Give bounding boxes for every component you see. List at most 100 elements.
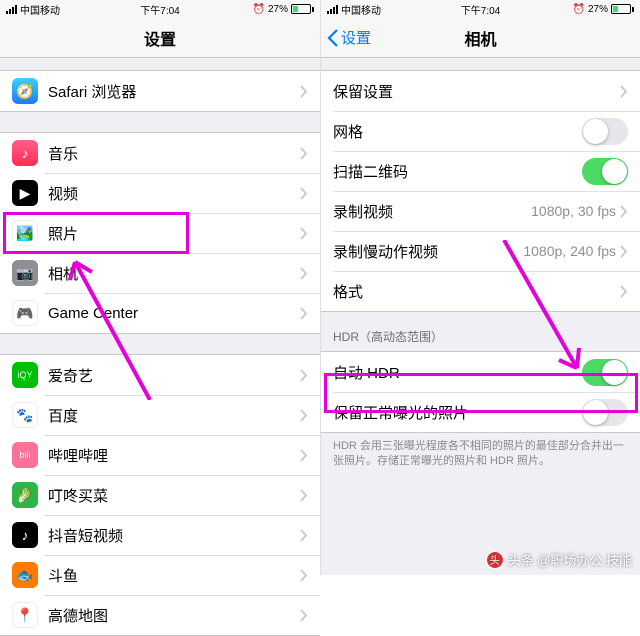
row-label: 自动 HDR bbox=[333, 362, 582, 383]
carrier: 中国移动 bbox=[341, 2, 381, 17]
battery-icon bbox=[291, 4, 314, 14]
nav-bar: 设置 相机 bbox=[321, 18, 640, 58]
safari-icon: 🧭 bbox=[12, 78, 38, 104]
nav-bar: 设置 bbox=[0, 18, 320, 58]
battery-icon bbox=[611, 4, 634, 14]
toggle-auto-hdr[interactable] bbox=[582, 359, 628, 386]
row-label: 格式 bbox=[333, 281, 620, 302]
app-icon: bili bbox=[12, 442, 38, 468]
battery-pct: 27% bbox=[588, 4, 608, 15]
battery-pct: 27% bbox=[268, 4, 288, 15]
camera-icon: 📷 bbox=[12, 260, 38, 286]
chevron-right-icon bbox=[300, 147, 308, 160]
chevron-right-icon bbox=[300, 569, 308, 582]
toggle-grid[interactable] bbox=[582, 118, 628, 145]
row-safari[interactable]: 🧭 Safari 浏览器 bbox=[0, 71, 320, 111]
row-label: 保留设置 bbox=[333, 81, 620, 102]
chevron-right-icon bbox=[300, 489, 308, 502]
row-value: 1080p, 240 fps bbox=[523, 243, 616, 259]
row-label: 照片 bbox=[48, 223, 300, 244]
back-label: 设置 bbox=[341, 27, 371, 48]
status-bar: 中国移动 下午7:04 ⏰ 27% bbox=[0, 0, 320, 18]
row-keep-settings[interactable]: 保留设置 bbox=[321, 71, 640, 111]
row-photos[interactable]: 🏞️ 照片 bbox=[0, 213, 320, 253]
toggle-scan-qr[interactable] bbox=[582, 158, 628, 185]
alarm-icon: ⏰ bbox=[573, 4, 585, 15]
chevron-right-icon bbox=[620, 205, 628, 218]
row-music[interactable]: ♪ 音乐 bbox=[0, 133, 320, 173]
row-label: 网格 bbox=[333, 121, 582, 142]
row-label: Game Center bbox=[48, 305, 300, 322]
row-iqiyi[interactable]: iQY 爱奇艺 bbox=[0, 355, 320, 395]
row-video[interactable]: ▶ 视频 bbox=[0, 173, 320, 213]
chevron-right-icon bbox=[300, 409, 308, 422]
chevron-left-icon bbox=[327, 29, 339, 47]
app-icon: 🐟 bbox=[12, 562, 38, 588]
chevron-right-icon bbox=[620, 85, 628, 98]
row-scan-qr[interactable]: 扫描二维码 bbox=[321, 151, 640, 191]
watermark: 头 头条 @职场办公.技能 bbox=[486, 550, 632, 569]
chevron-right-icon bbox=[300, 449, 308, 462]
back-button[interactable]: 设置 bbox=[327, 18, 371, 57]
row-label: 音乐 bbox=[48, 143, 300, 164]
app-icon: 📍 bbox=[12, 602, 38, 628]
row-auto-hdr[interactable]: 自动 HDR bbox=[321, 352, 640, 392]
row-format[interactable]: 格式 bbox=[321, 271, 640, 311]
row-label: 爱奇艺 bbox=[48, 365, 300, 386]
alarm-icon: ⏰ bbox=[253, 4, 265, 15]
app-icon: 🐾 bbox=[12, 402, 38, 428]
chevron-right-icon bbox=[300, 609, 308, 622]
chevron-right-icon bbox=[300, 85, 308, 98]
page-title: 相机 bbox=[464, 26, 496, 50]
chevron-right-icon bbox=[300, 187, 308, 200]
signal-icon bbox=[327, 5, 338, 14]
chevron-right-icon bbox=[620, 245, 628, 258]
section-header-hdr: HDR（高动态范围） bbox=[321, 312, 640, 351]
row-douyu[interactable]: 🐟 斗鱼 bbox=[0, 555, 320, 595]
watermark-avatar-icon: 头 bbox=[486, 551, 504, 569]
row-gaode[interactable]: 📍 高德地图 bbox=[0, 595, 320, 635]
row-label: 抖音短视频 bbox=[48, 525, 300, 546]
row-label: 高德地图 bbox=[48, 605, 300, 626]
row-label: 哔哩哔哩 bbox=[48, 445, 300, 466]
row-label: 录制视频 bbox=[333, 201, 531, 222]
row-value: 1080p, 30 fps bbox=[531, 203, 616, 219]
row-gamecenter[interactable]: 🎮 Game Center bbox=[0, 293, 320, 333]
chevron-right-icon bbox=[300, 369, 308, 382]
row-keep-normal-photo[interactable]: 保留正常曝光的照片 bbox=[321, 392, 640, 432]
row-label: 扫描二维码 bbox=[333, 161, 582, 182]
row-label: 保留正常曝光的照片 bbox=[333, 402, 582, 423]
video-icon: ▶ bbox=[12, 180, 38, 206]
row-label: 录制慢动作视频 bbox=[333, 241, 523, 262]
toggle-keep-normal-photo[interactable] bbox=[582, 399, 628, 426]
music-icon: ♪ bbox=[12, 140, 38, 166]
gamecenter-icon: 🎮 bbox=[12, 300, 38, 326]
photos-icon: 🏞️ bbox=[12, 220, 38, 246]
row-label: Safari 浏览器 bbox=[48, 81, 300, 102]
carrier: 中国移动 bbox=[20, 2, 60, 17]
row-dingdong[interactable]: 🥬 叮咚买菜 bbox=[0, 475, 320, 515]
row-label: 视频 bbox=[48, 183, 300, 204]
chevron-right-icon bbox=[620, 285, 628, 298]
signal-icon bbox=[6, 5, 17, 14]
row-label: 斗鱼 bbox=[48, 565, 300, 586]
row-baidu[interactable]: 🐾 百度 bbox=[0, 395, 320, 435]
row-label: 叮咚买菜 bbox=[48, 485, 300, 506]
row-record-video[interactable]: 录制视频 1080p, 30 fps bbox=[321, 191, 640, 231]
app-icon: ♪ bbox=[12, 522, 38, 548]
chevron-right-icon bbox=[300, 227, 308, 240]
row-grid[interactable]: 网格 bbox=[321, 111, 640, 151]
clock: 下午7:04 bbox=[461, 2, 500, 17]
section-footer-hdr: HDR 会用三张曝光程度各不相同的照片的最佳部分合并出一张照片。存储正常曝光的照… bbox=[321, 433, 640, 470]
row-bilibili[interactable]: bili 哔哩哔哩 bbox=[0, 435, 320, 475]
page-title: 设置 bbox=[144, 26, 176, 50]
row-record-slomo[interactable]: 录制慢动作视频 1080p, 240 fps bbox=[321, 231, 640, 271]
row-label: 相机 bbox=[48, 263, 300, 284]
chevron-right-icon bbox=[300, 307, 308, 320]
chevron-right-icon bbox=[300, 267, 308, 280]
watermark-text: 头条 @职场办公.技能 bbox=[508, 550, 632, 569]
app-icon: iQY bbox=[12, 362, 38, 388]
chevron-right-icon bbox=[300, 529, 308, 542]
row-douyin[interactable]: ♪ 抖音短视频 bbox=[0, 515, 320, 555]
row-camera[interactable]: 📷 相机 bbox=[0, 253, 320, 293]
